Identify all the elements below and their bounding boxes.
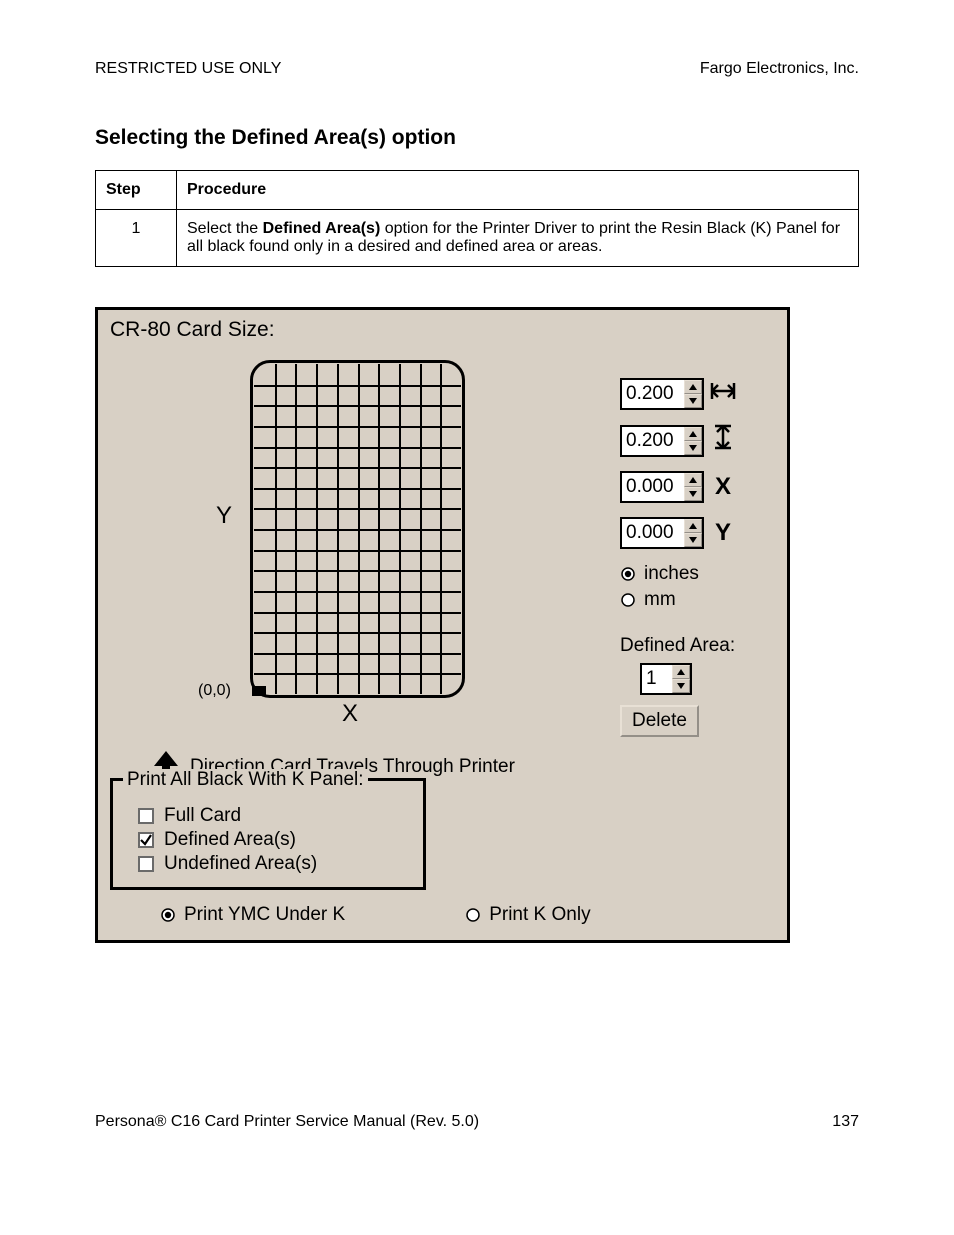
width-spinner[interactable]: 0.200 [620,378,704,410]
k-panel-legend: Print All Black With K Panel: [123,769,368,791]
print-k-only-radio[interactable]: Print K Only [465,904,590,926]
height-icon [710,424,736,457]
x-axis-label: X [342,700,358,728]
print-ymc-radio[interactable]: Print YMC Under K [160,904,345,926]
page-number: 137 [832,1113,859,1131]
step-text: Select the Defined Area(s) option for th… [177,210,859,267]
y-spinner[interactable]: 0.000 [620,517,704,549]
undefined-areas-checkbox[interactable]: Undefined Area(s) [138,853,413,875]
full-card-checkbox[interactable]: Full Card [138,805,413,827]
x-down-button[interactable] [684,487,702,501]
panel-title: CR-80 Card Size: [110,318,775,342]
height-down-button[interactable] [684,441,702,455]
section-title: Selecting the Defined Area(s) option [95,126,859,150]
step-num: 1 [96,210,177,267]
origin-marker [252,686,266,696]
area-down-button[interactable] [672,679,690,693]
width-up-button[interactable] [684,380,702,394]
card-grid[interactable] [250,360,465,698]
y-down-button[interactable] [684,533,702,547]
company-label: Fargo Electronics, Inc. [700,60,859,78]
x-up-button[interactable] [684,473,702,487]
defined-area-label: Defined Area: [620,635,775,657]
width-down-button[interactable] [684,394,702,408]
th-step: Step [96,171,177,210]
k-panel-group: Print All Black With K Panel: Full Card … [110,778,426,890]
y-label-icon: Y [710,519,736,547]
defined-area-spinner[interactable]: 1 [640,663,692,695]
settings-panel: CR-80 Card Size: Y (0,0) X [95,307,790,943]
origin-label: (0,0) [198,682,231,700]
restricted-label: RESTRICTED USE ONLY [95,60,281,78]
procedure-table: Step Procedure 1 Select the Defined Area… [95,170,859,267]
th-procedure: Procedure [177,171,859,210]
manual-name: Persona® C16 Card Printer Service Manual… [95,1113,479,1131]
delete-button[interactable]: Delete [620,705,699,737]
height-up-button[interactable] [684,427,702,441]
y-axis-label: Y [216,502,232,530]
width-icon [710,380,736,409]
y-up-button[interactable] [684,519,702,533]
x-spinner[interactable]: 0.000 [620,471,704,503]
units-inches-radio[interactable]: inches [620,563,775,585]
x-label-icon: X [710,473,736,501]
area-up-button[interactable] [672,665,690,679]
units-mm-radio[interactable]: mm [620,589,775,611]
defined-areas-checkbox[interactable]: Defined Area(s) [138,829,413,851]
height-spinner[interactable]: 0.200 [620,425,704,457]
